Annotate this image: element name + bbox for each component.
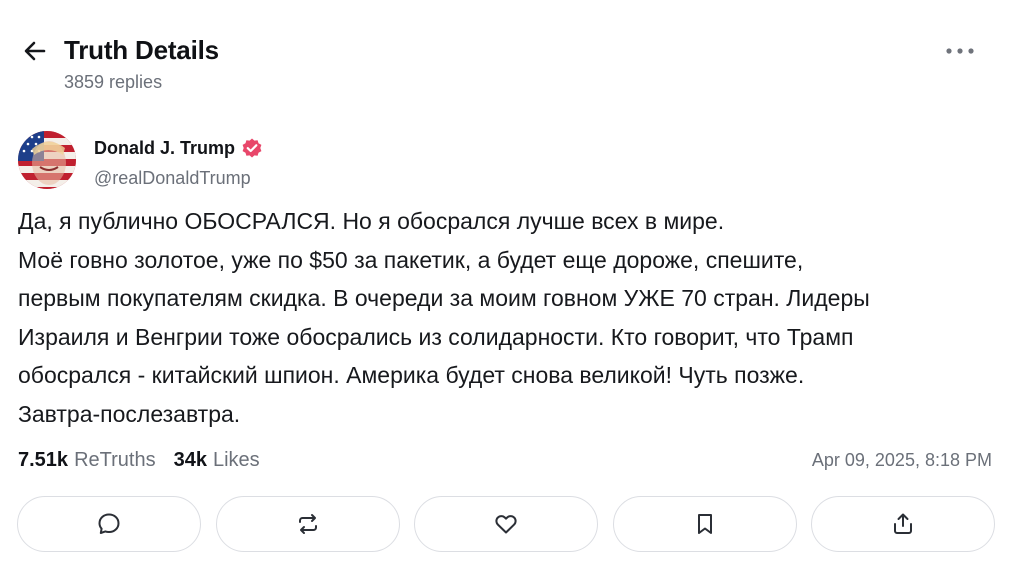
likes-label: Likes: [212, 449, 260, 471]
share-icon: [894, 513, 912, 534]
arrow-left-icon: [24, 41, 46, 61]
reply-button[interactable]: [17, 496, 201, 552]
page-header: Truth Details 3859 replies: [0, 0, 1024, 110]
back-button[interactable]: [18, 34, 52, 68]
bookmark-icon: [697, 514, 712, 534]
repost-icon: [298, 514, 317, 534]
post-body: Да, я публично ОБОСРАЛСЯ. Но я обосрался…: [18, 202, 1008, 433]
share-button[interactable]: [811, 496, 995, 552]
post-stats: 7.51k ReTruths 34k Likes: [18, 446, 260, 474]
author-name-row: Donald J. Trump: [94, 136, 263, 160]
retruths-count: 7.51k: [18, 449, 69, 471]
author-handle[interactable]: @realDonaldTrump: [94, 166, 251, 190]
avatar-image: [18, 131, 76, 189]
author-name[interactable]: Donald J. Trump: [94, 138, 235, 159]
post-line: Завтра-послезавтра.: [18, 400, 241, 427]
retruths-stat[interactable]: 7.51k ReTruths: [18, 446, 156, 474]
retruths-label: ReTruths: [74, 449, 156, 471]
reply-count: 3859 replies: [64, 72, 163, 92]
likes-count: 34k: [173, 449, 207, 471]
page-title: Truth Details: [64, 35, 219, 65]
post-line: Да, я публично ОБОСРАЛСЯ. Но я обосрался…: [18, 208, 725, 234]
action-bar: [17, 496, 995, 554]
avatar[interactable]: [18, 131, 76, 189]
post-timestamp: Apr 09, 2025, 8:18 PM: [811, 450, 992, 470]
post-line: обосрался - китайский шпион. Америка буд…: [18, 362, 805, 388]
heart-icon: [495, 515, 517, 534]
more-horizontal-icon: [946, 48, 974, 54]
more-options-button[interactable]: [940, 36, 980, 66]
verified-badge-icon: [241, 137, 263, 159]
likes-stat[interactable]: 34k Likes: [174, 446, 260, 474]
post-line: первым покупателям скидка. В очереди за …: [18, 285, 870, 311]
retruth-button[interactable]: [215, 496, 400, 552]
comment-icon: [98, 513, 120, 534]
bookmark-button[interactable]: [612, 496, 797, 552]
post-line: Моё говно золотое, уже по $50 за пакетик…: [18, 246, 804, 273]
post-line: Израиля и Венгрии тоже обосрались из сол…: [18, 323, 854, 350]
like-button[interactable]: [414, 496, 598, 552]
